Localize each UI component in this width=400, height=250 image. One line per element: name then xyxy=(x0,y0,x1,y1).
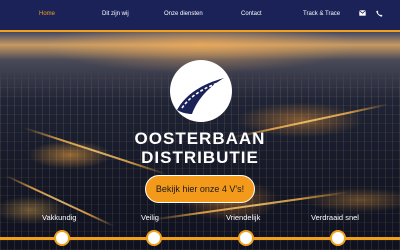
nav-item-track-trace[interactable]: Track & Trace xyxy=(303,11,340,17)
timeline-dot-veilig[interactable] xyxy=(146,230,162,246)
value-label-veilig: Veilig xyxy=(141,213,159,222)
nav-item-home[interactable]: Home xyxy=(39,11,55,17)
timeline-dot-vakkundig[interactable] xyxy=(54,230,70,246)
top-navbar: Home Dit zijn wij Onze diensten Contact … xyxy=(0,0,400,32)
oosterbaan-logo xyxy=(168,58,234,124)
timeline-dot-verdraaid-snel[interactable] xyxy=(330,230,346,246)
value-label-verdraaid-snel: Verdraaid snel xyxy=(311,213,359,222)
brand-name-line1: OOSTERBAAN xyxy=(134,129,266,148)
page: Home Dit zijn wij Onze diensten Contact … xyxy=(0,0,400,250)
timeline-dot-vriendelijk[interactable] xyxy=(238,230,254,246)
nav-item-dit-zijn-wij[interactable]: Dit zijn wij xyxy=(102,11,129,17)
brand-name-line2: DISTRIBUTIE xyxy=(141,148,259,167)
nav-item-contact[interactable]: Contact xyxy=(241,11,262,17)
phone-icon[interactable] xyxy=(375,10,383,18)
nav-item-onze-diensten[interactable]: Onze diensten xyxy=(164,11,203,17)
value-label-vriendelijk: Vriendelijk xyxy=(226,213,261,222)
value-label-vakkundig: Vakkundig xyxy=(42,213,77,222)
envelope-icon[interactable] xyxy=(358,10,366,18)
four-vs-button[interactable]: Bekijk hier onze 4 V's! xyxy=(145,175,255,203)
